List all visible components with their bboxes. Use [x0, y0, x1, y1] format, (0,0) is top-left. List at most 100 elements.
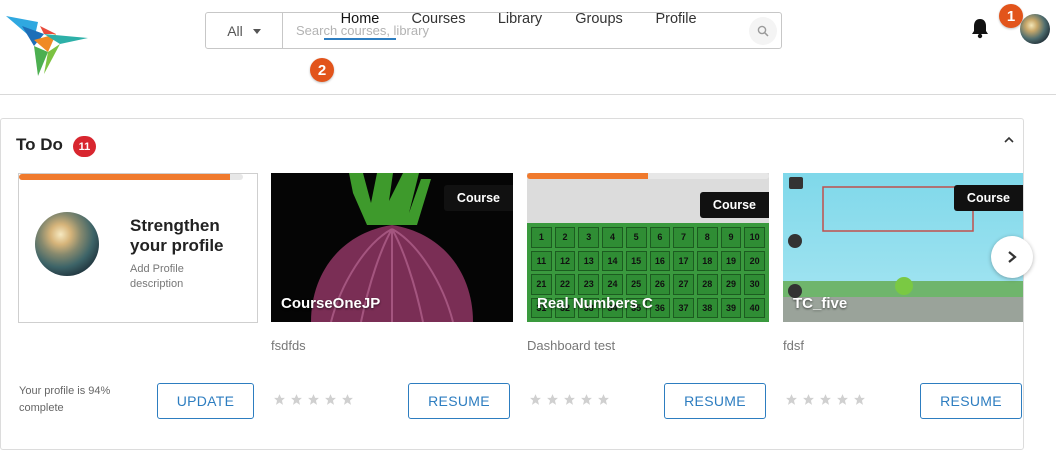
course-card-1-thumbnail[interactable]: Course CourseOneJP: [271, 173, 513, 322]
grid-number-cell: 1: [531, 227, 552, 248]
grid-number-cell: 28: [696, 274, 718, 295]
resume-button[interactable]: RESUME: [920, 383, 1022, 419]
star-icon[interactable]: [563, 393, 576, 406]
grid-number-cell: 3: [578, 227, 600, 248]
star-icon[interactable]: [580, 393, 593, 406]
grid-number-cell: 4: [602, 227, 623, 248]
grid-number-cell: 39: [720, 297, 742, 318]
tab-library-label: Library: [497, 11, 543, 27]
carousel-next-button[interactable]: [991, 236, 1033, 278]
course-description: Dashboard test: [527, 338, 616, 353]
caret-down-icon: [252, 29, 261, 34]
notification-bell-icon[interactable]: [969, 17, 991, 39]
course-progress-bar: [527, 173, 769, 179]
todo-count-badge: 11: [73, 136, 96, 157]
profile-card[interactable]: Strengthen your profile Add Profile desc…: [18, 173, 258, 323]
tab-groups-label: Groups: [575, 11, 623, 27]
grid-number-cell: 20: [744, 250, 765, 271]
step-badge-1: 1: [999, 4, 1023, 28]
star-icon[interactable]: [597, 393, 610, 406]
tab-library[interactable]: Library: [487, 0, 553, 40]
tab-home[interactable]: Home: [324, 0, 396, 40]
grid-number-cell: 5: [625, 227, 647, 248]
profile-progress-fill: [19, 174, 230, 180]
todo-title: To Do: [16, 135, 63, 154]
star-icon[interactable]: [341, 393, 354, 406]
grid-number-cell: 37: [673, 297, 694, 318]
star-icon[interactable]: [546, 393, 559, 406]
profile-completion-text: Your profile is 94% complete: [19, 385, 111, 414]
tab-groups[interactable]: Groups: [564, 0, 634, 40]
grid-number-cell: 15: [625, 250, 647, 271]
grid-number-cell: 11: [531, 250, 552, 271]
grid-number-cell: 24: [602, 274, 623, 295]
top-header: All 1 Home Courses Library Groups Profil…: [0, 0, 1056, 95]
course-card-3-thumbnail[interactable]: Course TC_five: [783, 173, 1023, 322]
course-tag: Course: [443, 185, 513, 211]
grid-number-cell: 27: [673, 274, 694, 295]
step-badge-2: 2: [310, 58, 334, 82]
hummingbird-logo[interactable]: [4, 12, 92, 78]
grid-number-cell: 23: [578, 274, 600, 295]
rating-stars[interactable]: [529, 393, 610, 406]
rating-stars[interactable]: [273, 393, 354, 406]
grid-number-cell: 13: [578, 250, 600, 271]
tab-courses[interactable]: Courses: [401, 0, 476, 40]
grid-number-cell: 19: [720, 250, 742, 271]
grid-number-cell: 14: [602, 250, 623, 271]
star-icon[interactable]: [529, 393, 542, 406]
grid-number-cell: 7: [673, 227, 694, 248]
grid-number-cell: 6: [649, 227, 671, 248]
course-tag: Course: [953, 185, 1023, 211]
course-name: TC_five: [793, 295, 848, 312]
grid-number-cell: 9: [720, 227, 742, 248]
grid-number-cell: 18: [696, 250, 718, 271]
grid-number-cell: 40: [744, 297, 765, 318]
update-button[interactable]: UPDATE: [157, 383, 254, 419]
course-card-2-thumbnail[interactable]: 1 2 3 4 5 6 7 8 9 10 11 12 13 14 15 16 17 18 19 20 21 22 23 24 2…: [527, 173, 769, 322]
tab-profile-label: Profile: [655, 11, 697, 27]
profile-card-subtitle: Add Profile description: [130, 263, 184, 290]
course-name: Real Numbers C: [537, 295, 653, 312]
tab-home-label: Home: [340, 11, 380, 27]
grid-number-cell: 29: [720, 274, 742, 295]
grid-number-cell: 30: [744, 274, 765, 295]
resume-button[interactable]: RESUME: [664, 383, 766, 419]
profile-card-title: Strengthen your profile: [130, 216, 224, 255]
tab-courses-label: Courses: [411, 11, 466, 27]
course-description: fdsf: [783, 338, 804, 353]
profile-avatar: [35, 212, 99, 276]
resume-button[interactable]: RESUME: [408, 383, 510, 419]
star-icon[interactable]: [290, 393, 303, 406]
user-avatar[interactable]: [1020, 14, 1050, 44]
star-icon[interactable]: [307, 393, 320, 406]
star-icon[interactable]: [819, 393, 832, 406]
rating-stars[interactable]: [785, 393, 866, 406]
chevron-right-icon: [1008, 251, 1017, 263]
course-progress-fill: [527, 173, 648, 179]
grid-number-cell: 21: [531, 274, 552, 295]
search-icon: [757, 25, 769, 37]
tab-profile[interactable]: Profile: [645, 0, 707, 40]
course-tag: Course: [699, 192, 769, 218]
star-icon[interactable]: [273, 393, 286, 406]
grid-number-cell: 22: [554, 274, 576, 295]
grid-number-cell: 12: [554, 250, 576, 271]
grid-number-cell: 17: [673, 250, 694, 271]
course-name: CourseOneJP: [281, 295, 381, 312]
grid-number-cell: 8: [696, 227, 718, 248]
course-description: fsdfds: [271, 338, 306, 353]
star-icon[interactable]: [324, 393, 337, 406]
grid-number-cell: 16: [649, 250, 671, 271]
todo-panel: To Do 11 Strengthen your profile Add Pro…: [0, 118, 1024, 450]
search-scope-dropdown[interactable]: All: [206, 13, 283, 48]
star-icon[interactable]: [802, 393, 815, 406]
search-button[interactable]: [749, 17, 777, 45]
star-icon[interactable]: [853, 393, 866, 406]
star-icon[interactable]: [836, 393, 849, 406]
grid-number-cell: 38: [696, 297, 718, 318]
star-icon[interactable]: [785, 393, 798, 406]
search-scope-label: All: [227, 22, 243, 39]
grid-number-cell: 10: [744, 227, 765, 248]
collapse-chevron-up-icon[interactable]: [1002, 133, 1016, 147]
